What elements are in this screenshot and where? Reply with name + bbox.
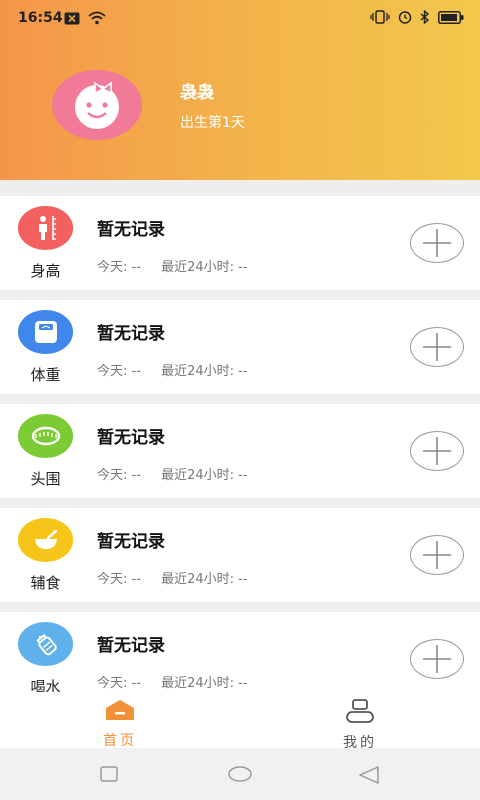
plus-icon bbox=[423, 645, 451, 673]
add-weight-button[interactable] bbox=[410, 327, 464, 367]
nav-tab-home[interactable]: 首页 bbox=[60, 698, 180, 750]
today-value: -- bbox=[131, 364, 141, 379]
today-label: 今天: bbox=[97, 676, 128, 691]
record-summary: 今天: -- 最近24小时: -- bbox=[97, 256, 248, 275]
today-label: 今天: bbox=[97, 260, 128, 275]
today-label: 今天: bbox=[97, 572, 128, 587]
system-nav-bar bbox=[0, 748, 480, 800]
status-bar: 16:54 bbox=[0, 0, 480, 36]
record-card-food[interactable]: 辅食 暂无记录 今天: -- 最近24小时: -- bbox=[0, 508, 480, 602]
today-value: -- bbox=[131, 468, 141, 483]
recent-value: -- bbox=[238, 572, 248, 587]
today-value: -- bbox=[131, 676, 141, 691]
user-icon bbox=[346, 699, 374, 723]
battery-icon bbox=[438, 10, 464, 24]
record-status-title: 暂无记录 bbox=[97, 428, 165, 448]
bluetooth-icon bbox=[420, 10, 430, 24]
head-category-badge bbox=[18, 414, 73, 458]
recent-value: -- bbox=[238, 468, 248, 483]
food-category-badge bbox=[18, 518, 73, 562]
recent-label: 最近24小时: bbox=[161, 364, 234, 379]
category-label-weight: 体重 bbox=[30, 366, 61, 384]
plus-icon bbox=[423, 541, 451, 569]
add-height-button[interactable] bbox=[410, 223, 464, 263]
add-head-button[interactable] bbox=[410, 431, 464, 471]
nav-tab-mine[interactable]: 我的 bbox=[300, 698, 420, 752]
record-summary: 今天: -- 最近24小时: -- bbox=[97, 360, 248, 379]
baby-age: 出生第1天 bbox=[180, 115, 245, 131]
today-label: 今天: bbox=[97, 364, 128, 379]
record-status-title: 暂无记录 bbox=[97, 324, 165, 344]
recent-label: 最近24小时: bbox=[161, 260, 234, 275]
record-summary: 今天: -- 最近24小时: -- bbox=[97, 464, 248, 483]
baby-bottle-icon bbox=[35, 633, 57, 656]
record-status-title: 暂无记录 bbox=[97, 636, 165, 656]
recent-label: 最近24小时: bbox=[161, 468, 234, 483]
baby-avatar[interactable] bbox=[52, 70, 142, 140]
weight-category-badge bbox=[18, 310, 73, 354]
category-label-head: 头围 bbox=[30, 470, 61, 488]
height-measure-icon bbox=[38, 216, 56, 240]
record-card-head[interactable]: 头围 暂无记录 今天: -- 最近24小时: -- bbox=[0, 404, 480, 498]
home-icon bbox=[106, 700, 134, 720]
nav-label-home: 首页 bbox=[103, 733, 137, 749]
today-value: -- bbox=[131, 572, 141, 587]
status-time: 16:54 bbox=[18, 10, 63, 26]
record-card-weight[interactable]: 体重 暂无记录 今天: -- 最近24小时: -- bbox=[0, 300, 480, 394]
recent-value: -- bbox=[238, 260, 248, 275]
profile-header: 16:54 袅袅 出生第1天 bbox=[0, 0, 480, 180]
today-value: -- bbox=[131, 260, 141, 275]
home-circle-icon[interactable] bbox=[228, 766, 252, 782]
bowl-icon bbox=[34, 529, 57, 549]
recent-label: 最近24小时: bbox=[161, 572, 234, 587]
plus-icon bbox=[423, 437, 451, 465]
app-screen: 16:54 袅袅 出生第1天 身高 暂无记录 今天: -- 最近24小时: --… bbox=[0, 0, 480, 800]
scale-icon bbox=[34, 321, 57, 343]
add-water-button[interactable] bbox=[410, 639, 464, 679]
vibrate-icon bbox=[370, 10, 390, 24]
height-category-badge bbox=[18, 206, 73, 250]
tape-measure-icon bbox=[31, 426, 60, 446]
plus-icon bbox=[423, 229, 451, 257]
recent-apps-square-icon[interactable] bbox=[100, 766, 118, 782]
add-food-button[interactable] bbox=[410, 535, 464, 575]
record-card-height[interactable]: 身高 暂无记录 今天: -- 最近24小时: -- bbox=[0, 196, 480, 290]
close-box-icon bbox=[64, 12, 80, 24]
water-category-badge bbox=[18, 622, 73, 666]
category-label-height: 身高 bbox=[30, 262, 61, 280]
back-triangle-icon[interactable] bbox=[358, 766, 380, 784]
record-summary: 今天: -- 最近24小时: -- bbox=[97, 568, 248, 587]
baby-face-icon bbox=[75, 81, 119, 129]
recent-label: 最近24小时: bbox=[161, 676, 234, 691]
record-status-title: 暂无记录 bbox=[97, 220, 165, 240]
bottom-nav: 首页 我的 bbox=[0, 692, 480, 751]
alarm-icon bbox=[398, 11, 412, 24]
recent-value: -- bbox=[238, 676, 248, 691]
today-label: 今天: bbox=[97, 468, 128, 483]
wifi-icon bbox=[88, 11, 106, 25]
record-status-title: 暂无记录 bbox=[97, 532, 165, 552]
baby-name: 袅袅 bbox=[180, 83, 214, 103]
plus-icon bbox=[423, 333, 451, 361]
category-label-food: 辅食 bbox=[30, 574, 61, 592]
record-summary: 今天: -- 最近24小时: -- bbox=[97, 672, 248, 691]
recent-value: -- bbox=[238, 364, 248, 379]
